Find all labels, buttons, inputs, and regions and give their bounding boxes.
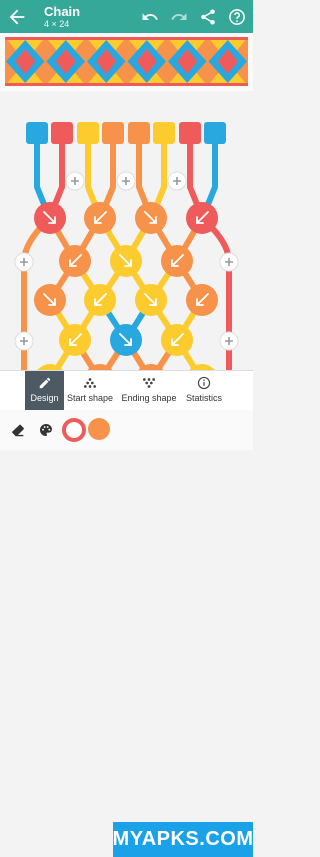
pattern-preview: [0, 33, 253, 91]
strand-square-7[interactable]: [179, 122, 201, 144]
app-bar: Chain 4 × 24: [0, 0, 253, 33]
strand-square-3[interactable]: [77, 122, 99, 144]
bottom-navigation: Design Start shape Ending shape Statisti…: [0, 370, 253, 411]
redo-icon[interactable]: [170, 8, 188, 26]
add-knot-button[interactable]: [219, 331, 239, 351]
strand-square-5[interactable]: [128, 122, 150, 144]
knot[interactable]: [110, 245, 142, 277]
undo-icon[interactable]: [141, 8, 159, 26]
knot-layer: [14, 122, 239, 370]
knot[interactable]: [161, 245, 193, 277]
info-icon: [197, 376, 211, 390]
knot[interactable]: [161, 324, 193, 356]
tab-design-label: Design: [30, 393, 59, 403]
knot[interactable]: [34, 284, 66, 316]
color-swatch-red[interactable]: [62, 418, 86, 442]
pattern-size: 4 × 24: [44, 19, 70, 29]
knot[interactable]: [84, 202, 116, 234]
knot[interactable]: [34, 202, 66, 234]
knot[interactable]: [84, 284, 116, 316]
add-knot-button[interactable]: [65, 171, 85, 191]
strand-square-4[interactable]: [102, 122, 124, 144]
preview-edge-bottom: [5, 83, 248, 86]
color-swatch-orange[interactable]: [88, 418, 110, 440]
tab-ending-shape-label: Ending shape: [121, 393, 177, 403]
pattern-preview-strip: [5, 37, 248, 86]
add-knot-button[interactable]: [167, 171, 187, 191]
pencil-icon: [39, 377, 50, 389]
add-knot-button[interactable]: [116, 171, 136, 191]
app-title: Chain: [44, 4, 81, 19]
knot[interactable]: [186, 284, 218, 316]
eraser-icon[interactable]: [10, 422, 26, 438]
triangle-dots-icon: [83, 378, 97, 388]
help-circle-icon[interactable]: [228, 8, 246, 26]
knot[interactable]: [59, 324, 91, 356]
strand-square-6[interactable]: [153, 122, 175, 144]
knot[interactable]: [186, 202, 218, 234]
strand-square-1[interactable]: [26, 122, 48, 144]
color-toolbar: MYAPKS.COM: [0, 410, 253, 857]
watermark: MYAPKS.COM: [113, 822, 253, 857]
preview-edge-top: [5, 37, 248, 40]
knot-diagram[interactable]: [0, 92, 253, 370]
tab-start-shape[interactable]: Start shape: [64, 371, 116, 411]
knot[interactable]: [135, 284, 167, 316]
knot[interactable]: [135, 202, 167, 234]
add-knot-button[interactable]: [219, 252, 239, 272]
tab-statistics[interactable]: Statistics: [182, 371, 226, 411]
add-knot-button[interactable]: [14, 252, 34, 272]
inverted-triangle-dots-icon: [142, 378, 156, 388]
strand-square-8[interactable]: [204, 122, 226, 144]
tab-start-shape-label: Start shape: [66, 393, 114, 403]
arrow-left-icon[interactable]: [6, 6, 28, 28]
tab-ending-shape[interactable]: Ending shape: [118, 371, 180, 411]
palette-icon[interactable]: [38, 422, 54, 438]
add-knot-button[interactable]: [14, 331, 34, 351]
knot[interactable]: [59, 245, 91, 277]
tab-design[interactable]: Design: [25, 371, 64, 411]
knot[interactable]: [110, 324, 142, 356]
strand-square-2[interactable]: [51, 122, 73, 144]
tab-statistics-label: Statistics: [185, 393, 222, 403]
share-icon[interactable]: [199, 8, 217, 26]
